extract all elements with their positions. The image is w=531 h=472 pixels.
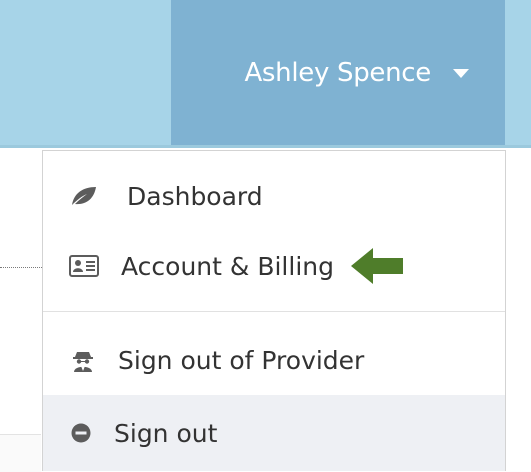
user-menu-toggle[interactable]: Ashley Spence [171,0,505,145]
menu-item-label: Sign out of Provider [118,345,365,375]
background-dotted-line [0,267,44,268]
menu-item-label: Account & Billing [121,251,334,281]
menu-item-sign-out[interactable]: Sign out [43,395,505,471]
caret-down-icon [453,69,469,78]
user-dropdown-menu: Dashboard Account & Billing Sign out of … [42,150,506,471]
background-panel-edge [0,434,41,472]
user-name: Ashley Spence [244,57,431,88]
menu-divider [43,311,505,312]
minus-circle-icon [71,423,91,443]
menu-item-label: Sign out [114,418,218,448]
navbar-bottom-edge [0,145,531,148]
pointer-arrow-icon [350,246,404,286]
user-secret-icon [73,348,93,372]
navbar-right-section [505,0,531,145]
menu-item-dashboard[interactable]: Dashboard [43,171,505,221]
menu-item-label: Dashboard [127,181,263,211]
menu-item-account-billing[interactable]: Account & Billing [43,241,505,291]
menu-item-sign-out-provider[interactable]: Sign out of Provider [43,334,505,386]
leaf-icon [69,185,97,207]
id-card-icon [69,255,99,277]
